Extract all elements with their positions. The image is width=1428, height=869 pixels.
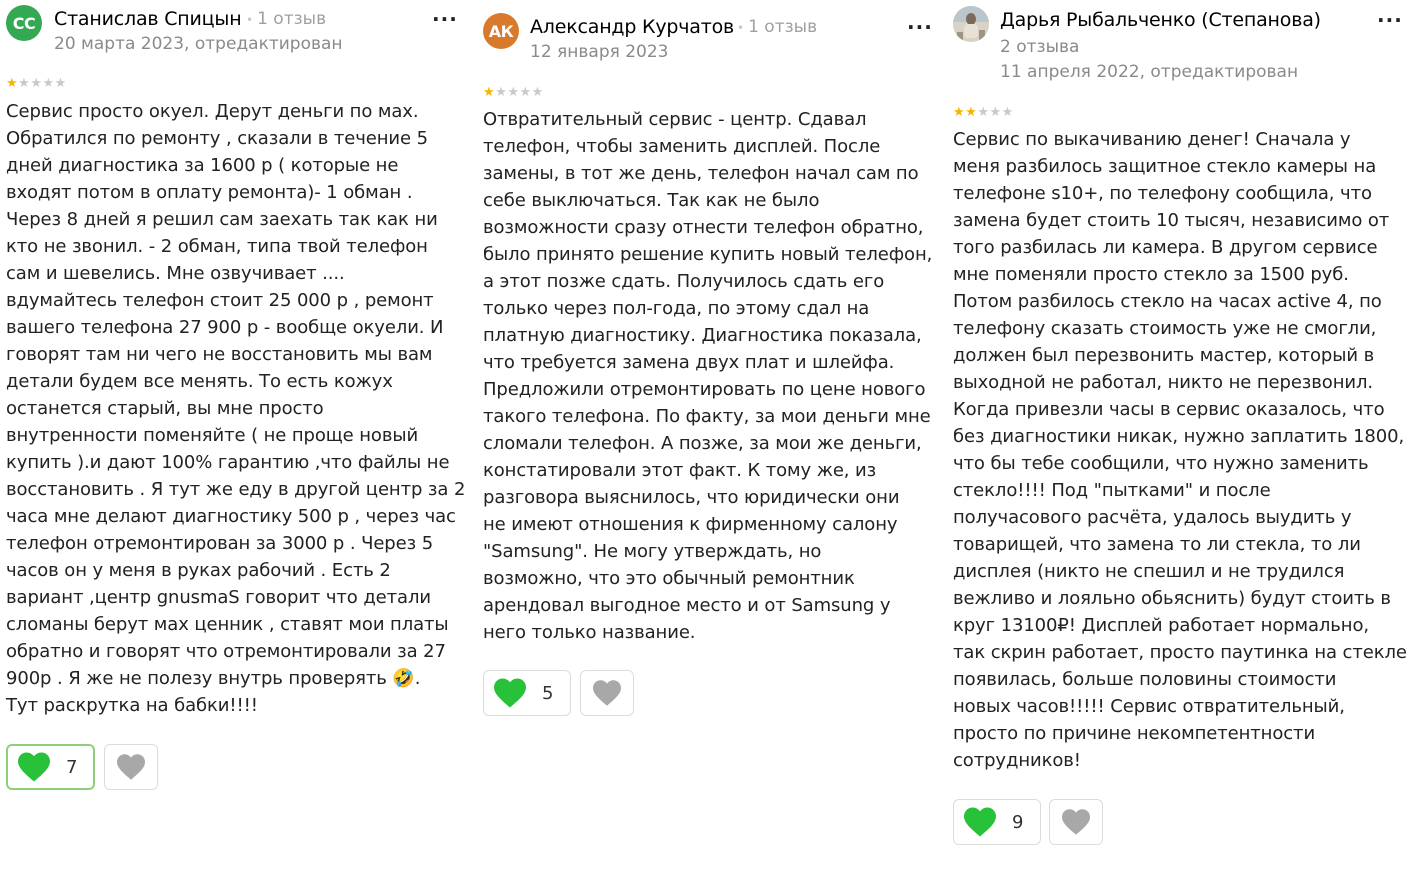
- rating-stars: ★★★★★: [6, 77, 67, 90]
- review-date: 12 января 2023: [530, 42, 669, 62]
- star-icon: ★: [953, 105, 966, 120]
- heart-icon: [16, 751, 52, 783]
- star-icon: ★: [483, 85, 496, 100]
- like-button[interactable]: 5: [483, 670, 571, 716]
- separator-dot: •: [246, 13, 254, 27]
- like-count: 7: [66, 756, 78, 778]
- star-icon: ★: [42, 76, 55, 91]
- more-options-button[interactable]: ···: [432, 7, 458, 31]
- star-icon: ★: [977, 105, 990, 120]
- like-button[interactable]: 9: [953, 799, 1041, 845]
- more-options-button[interactable]: ···: [907, 15, 933, 39]
- review-date: 20 марта 2023, отредактирован: [54, 34, 343, 54]
- avatar[interactable]: [953, 6, 989, 42]
- heart-icon: [962, 806, 998, 838]
- avatar[interactable]: АК: [483, 13, 519, 49]
- author-name[interactable]: Александр Курчатов: [530, 16, 734, 38]
- author-review-count: 2 отзыва: [1000, 37, 1080, 57]
- star-icon: ★: [507, 85, 520, 100]
- heart-icon: [1060, 808, 1092, 836]
- review-text: Сервис просто окуел. Дерут деньги по мах…: [6, 101, 466, 716]
- rating-stars: ★★★★★: [953, 106, 1014, 119]
- avatar-photo: [953, 6, 989, 42]
- star-icon: ★: [531, 85, 544, 100]
- avatar[interactable]: СС: [6, 5, 42, 41]
- heart-icon: [591, 679, 623, 707]
- like-count: 9: [1012, 811, 1024, 833]
- rating-stars: ★★★★★: [483, 86, 544, 99]
- star-icon: ★: [54, 76, 67, 91]
- more-options-button[interactable]: ···: [1377, 8, 1403, 32]
- like-button[interactable]: 7: [6, 744, 95, 790]
- star-icon: ★: [30, 76, 43, 91]
- like-count: 5: [542, 682, 554, 704]
- star-icon: ★: [6, 76, 19, 91]
- review-text: Сервис по выкачиванию денег! Сначала у м…: [953, 129, 1407, 771]
- review-text: Отвратительный сервис - центр. Сдавал те…: [483, 109, 933, 643]
- review-count-label: 1 отзыв: [748, 17, 818, 37]
- author-review-count: • 1 отзыв: [242, 9, 326, 29]
- review-date: 11 апреля 2022, отредактирован: [1000, 62, 1299, 82]
- separator-dot: •: [737, 21, 745, 35]
- author-name[interactable]: Дарья Рыбальченко (Степанова): [1000, 9, 1321, 31]
- star-icon: ★: [18, 76, 31, 91]
- star-icon: ★: [495, 85, 508, 100]
- dislike-button[interactable]: [104, 744, 158, 790]
- star-icon: ★: [1001, 105, 1014, 120]
- heart-icon: [492, 677, 528, 709]
- star-icon: ★: [965, 105, 978, 120]
- author-review-count: • 1 отзыв: [733, 17, 817, 37]
- author-name[interactable]: Станислав Спицын: [54, 8, 242, 30]
- review-count-label: 1 отзыв: [257, 9, 327, 29]
- dislike-button[interactable]: [1049, 799, 1103, 845]
- star-icon: ★: [989, 105, 1002, 120]
- heart-icon: [115, 753, 147, 781]
- dislike-button[interactable]: [580, 670, 634, 716]
- star-icon: ★: [519, 85, 532, 100]
